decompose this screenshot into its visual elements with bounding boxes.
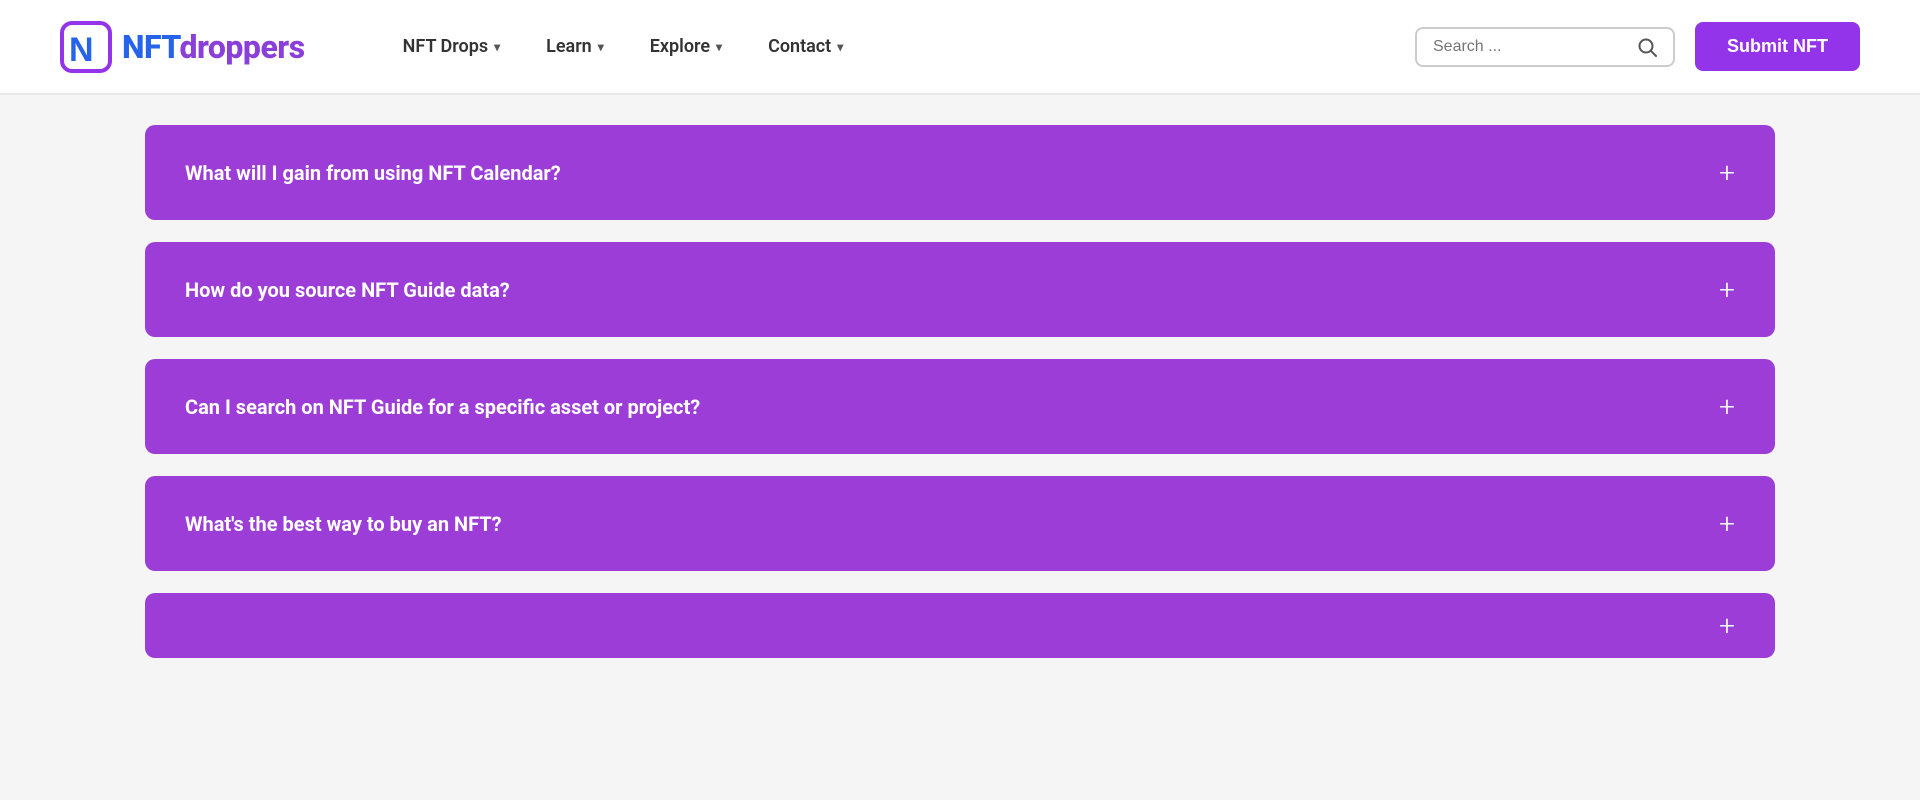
search-button[interactable] bbox=[1637, 37, 1657, 57]
chevron-down-icon: ▾ bbox=[837, 40, 843, 54]
faq-question: Can I search on NFT Guide for a specific… bbox=[185, 393, 700, 421]
main-nav: NFT Drops ▾ Learn ▾ Explore ▾ Contact ▾ bbox=[385, 28, 1415, 65]
faq-list: What will I gain from using NFT Calendar… bbox=[145, 125, 1775, 658]
submit-nft-button[interactable]: Submit NFT bbox=[1695, 22, 1860, 71]
logo[interactable]: N NFTdroppers bbox=[60, 21, 305, 73]
chevron-down-icon: ▾ bbox=[716, 40, 722, 54]
faq-item[interactable]: + bbox=[145, 593, 1775, 658]
faq-question: What will I gain from using NFT Calendar… bbox=[185, 159, 561, 187]
expand-icon: + bbox=[1719, 393, 1735, 421]
search-box bbox=[1415, 27, 1675, 67]
expand-icon: + bbox=[1719, 510, 1735, 538]
chevron-down-icon: ▾ bbox=[598, 40, 604, 54]
main-content: What will I gain from using NFT Calendar… bbox=[0, 95, 1920, 698]
nav-item-nft-drops[interactable]: NFT Drops ▾ bbox=[385, 28, 518, 65]
header-right: Submit NFT bbox=[1415, 22, 1860, 71]
header: N NFTdroppers NFT Drops ▾ Learn ▾ Explor… bbox=[0, 0, 1920, 95]
expand-icon: + bbox=[1719, 276, 1735, 304]
nav-item-learn[interactable]: Learn ▾ bbox=[528, 28, 622, 65]
faq-question: How do you source NFT Guide data? bbox=[185, 276, 510, 304]
nav-item-explore[interactable]: Explore ▾ bbox=[632, 28, 740, 65]
nav-item-contact[interactable]: Contact ▾ bbox=[750, 28, 861, 65]
search-icon bbox=[1637, 37, 1657, 57]
expand-icon: + bbox=[1719, 612, 1735, 640]
faq-item[interactable]: What will I gain from using NFT Calendar… bbox=[145, 125, 1775, 220]
faq-item[interactable]: How do you source NFT Guide data? + bbox=[145, 242, 1775, 337]
faq-question: What's the best way to buy an NFT? bbox=[185, 510, 502, 538]
logo-text: NFTdroppers bbox=[122, 28, 305, 66]
chevron-down-icon: ▾ bbox=[494, 40, 500, 54]
svg-text:N: N bbox=[69, 31, 94, 69]
faq-item[interactable]: What's the best way to buy an NFT? + bbox=[145, 476, 1775, 571]
expand-icon: + bbox=[1719, 159, 1735, 187]
faq-item[interactable]: Can I search on NFT Guide for a specific… bbox=[145, 359, 1775, 454]
logo-icon: N bbox=[60, 21, 112, 73]
search-input[interactable] bbox=[1433, 38, 1627, 56]
